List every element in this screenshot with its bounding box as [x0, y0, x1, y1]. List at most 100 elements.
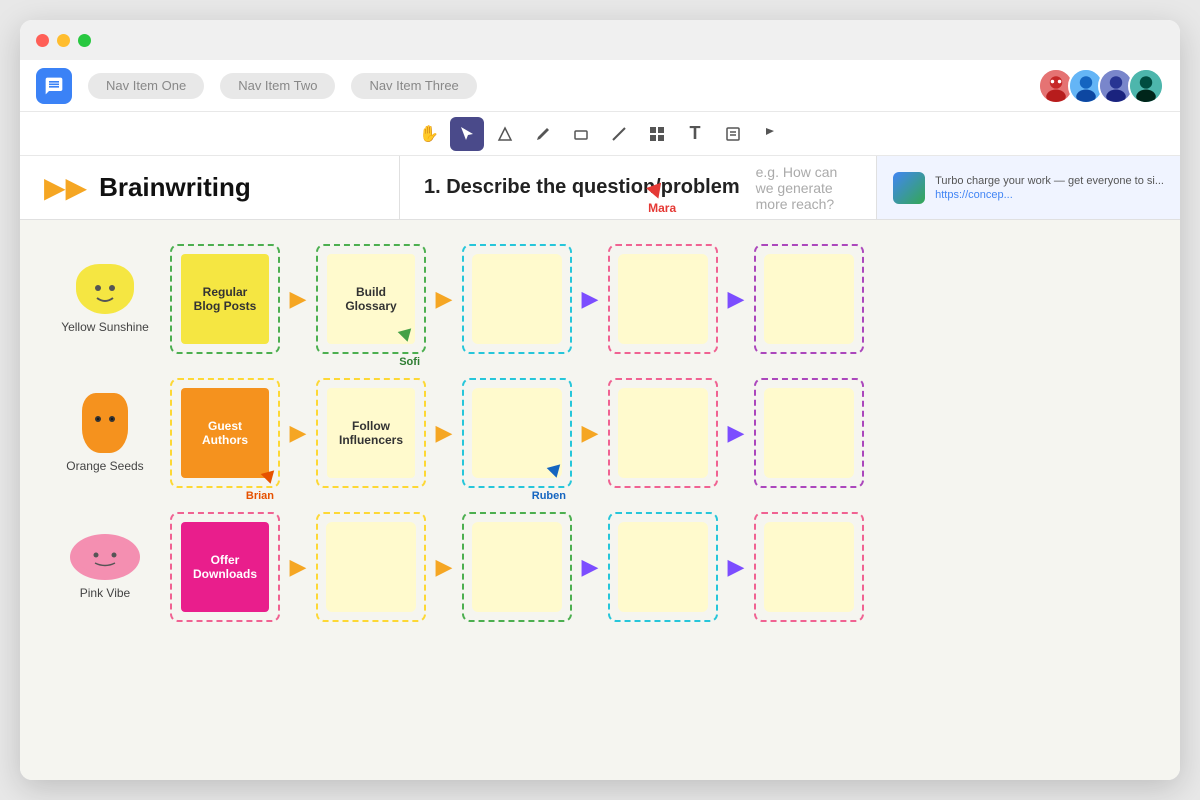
arrow-row1-3: ▶: [572, 286, 608, 312]
card-sticky-orange-row2[interactable]: Guest Authors Brian: [170, 378, 280, 488]
hand-tool[interactable]: ✋: [412, 117, 446, 151]
app-icon: [36, 68, 72, 104]
brian-cursor-tri: [261, 470, 278, 485]
avatar-4[interactable]: [1128, 68, 1164, 104]
card-empty-row1-4[interactable]: [608, 244, 718, 354]
close-button[interactable]: [36, 34, 49, 47]
card-follow-influencers[interactable]: Follow Influencers: [316, 378, 426, 488]
flag-tool[interactable]: [754, 117, 788, 151]
mara-label: Mara: [648, 201, 676, 215]
card-empty-row1-3[interactable]: [462, 244, 572, 354]
sticky-empty-row2-3: [472, 388, 562, 478]
arrow-row2-4: ▶: [718, 420, 754, 446]
persona-yellow-sunshine: Yellow Sunshine: [60, 264, 150, 334]
ruben-cursor-label: Ruben: [532, 490, 566, 502]
logo-arrows: ▶▶: [44, 171, 87, 204]
persona-avatar-orange: [82, 393, 128, 453]
arrow-icon-row2-1: ▶: [290, 420, 307, 446]
cursor-tool[interactable]: [450, 117, 484, 151]
sticky-build-glossary[interactable]: Build Glossary: [327, 254, 415, 344]
arrow-row3-4: ▶: [718, 554, 754, 580]
persona-name-pink: Pink Vibe: [80, 586, 130, 600]
mara-cursor: Mara: [648, 185, 676, 215]
promo-icon: [893, 172, 925, 204]
mask-tool[interactable]: [640, 117, 674, 151]
arrow-icon-4: ▶: [728, 286, 745, 312]
arrow-row3-2: ▶: [426, 554, 462, 580]
sticky-empty-row3-5: [764, 522, 854, 612]
menu-item-2[interactable]: Nav Item Two: [220, 73, 335, 99]
arrow-icon-3: ▶: [582, 286, 599, 312]
question-placeholder: e.g. How can we generate more reach?: [756, 164, 853, 212]
sticky-guest-authors[interactable]: Guest Authors: [181, 388, 269, 478]
persona-avatar-yellow: [76, 264, 134, 314]
app-window: Nav Item One Nav Item Two Nav Item Three: [20, 20, 1180, 780]
ruben-cursor-tri: [547, 464, 564, 479]
sticky-offer-downloads[interactable]: Offer Downloads: [181, 522, 269, 612]
menubar: Nav Item One Nav Item Two Nav Item Three: [20, 60, 1180, 112]
arrow-icon-row3-1: ▶: [290, 554, 307, 580]
card-sticky-pink-row3[interactable]: Offer Downloads: [170, 512, 280, 622]
card-empty-row2-3[interactable]: Ruben: [462, 378, 572, 488]
eraser-tool[interactable]: [564, 117, 598, 151]
sofi-cursor-label: Sofi: [399, 356, 420, 368]
persona-pink-vibe: Pink Vibe: [60, 534, 150, 600]
arrow-icon-row3-3: ▶: [582, 554, 599, 580]
row-orange-seeds: Orange Seeds Guest Authors Brian ▶ Follo…: [60, 378, 1140, 488]
note-tool[interactable]: [716, 117, 750, 151]
arrow-icon-row3-4: ▶: [728, 554, 745, 580]
card-sticky-yellow-row1[interactable]: Regular Blog Posts: [170, 244, 280, 354]
content-area: Yellow Sunshine Regular Blog Posts ▶ Bui…: [20, 220, 1180, 670]
persona-name-orange: Orange Seeds: [66, 459, 143, 473]
card-empty-row3-2[interactable]: [316, 512, 426, 622]
line-tool[interactable]: [602, 117, 636, 151]
arrow-icon-row2-2: ▶: [436, 420, 453, 446]
brian-cursor-label: Brian: [246, 490, 274, 502]
sticky-empty-row2-4: [618, 388, 708, 478]
minimize-button[interactable]: [57, 34, 70, 47]
toolbar: ✋ T: [20, 112, 1180, 156]
step-label: 1. Describe the question/problem: [424, 176, 740, 199]
card-empty-row2-5[interactable]: [754, 378, 864, 488]
card-empty-row2-4[interactable]: [608, 378, 718, 488]
sticky-regular-blog[interactable]: Regular Blog Posts: [181, 254, 269, 344]
arrow-row2-3: ▶: [572, 420, 608, 446]
promo-link[interactable]: https://concep...: [935, 189, 1164, 201]
arrow-row1-4: ▶: [718, 286, 754, 312]
sticky-empty-row2-5: [764, 388, 854, 478]
arrow-icon-2: ▶: [436, 286, 453, 312]
avatar-group: [1038, 68, 1164, 104]
arrow-row3-1: ▶: [280, 554, 316, 580]
card-empty-row3-5[interactable]: [754, 512, 864, 622]
page-title: Brainwriting: [99, 172, 251, 203]
card-build-glossary[interactable]: Build Glossary Sofi: [316, 244, 426, 354]
pen-tool[interactable]: [526, 117, 560, 151]
persona-orange-seeds: Orange Seeds: [60, 393, 150, 473]
card-wrapper-row1-1: Regular Blog Posts: [170, 244, 280, 354]
card-wrapper-row1-2: Build Glossary Sofi: [316, 244, 426, 354]
menu-item-1[interactable]: Nav Item One: [88, 73, 204, 99]
arrow-row2-2: ▶: [426, 420, 462, 446]
arrow-row3-3: ▶: [572, 554, 608, 580]
card-empty-row1-5[interactable]: [754, 244, 864, 354]
card-empty-row3-4[interactable]: [608, 512, 718, 622]
sticky-follow-influencers[interactable]: Follow Influencers: [327, 388, 415, 478]
brainwriting-header: ▶▶ Brainwriting: [20, 156, 400, 219]
sticky-empty-row3-2: [326, 522, 416, 612]
arrow-row1-1: ▶: [280, 286, 316, 312]
arrow-icon-row3-2: ▶: [436, 554, 453, 580]
menu-item-3[interactable]: Nav Item Three: [351, 73, 476, 99]
maximize-button[interactable]: [78, 34, 91, 47]
sofi-cursor-tri: [398, 328, 415, 343]
promo-box[interactable]: Turbo charge your work — get everyone to…: [876, 156, 1180, 219]
row-pink-vibe: Pink Vibe Offer Downloads ▶ ▶: [60, 512, 1140, 622]
text-tool[interactable]: T: [678, 117, 712, 151]
titlebar: [20, 20, 1180, 60]
canvas: ▶▶ Brainwriting 1. Describe the question…: [20, 156, 1180, 780]
arrow-icon-row2-3: ▶: [582, 420, 599, 446]
card-empty-row3-3[interactable]: [462, 512, 572, 622]
shape-tool[interactable]: [488, 117, 522, 151]
arrow-row1-2: ▶: [426, 286, 462, 312]
sticky-empty-row1-3: [472, 254, 562, 344]
row-yellow-sunshine: Yellow Sunshine Regular Blog Posts ▶ Bui…: [60, 244, 1140, 354]
